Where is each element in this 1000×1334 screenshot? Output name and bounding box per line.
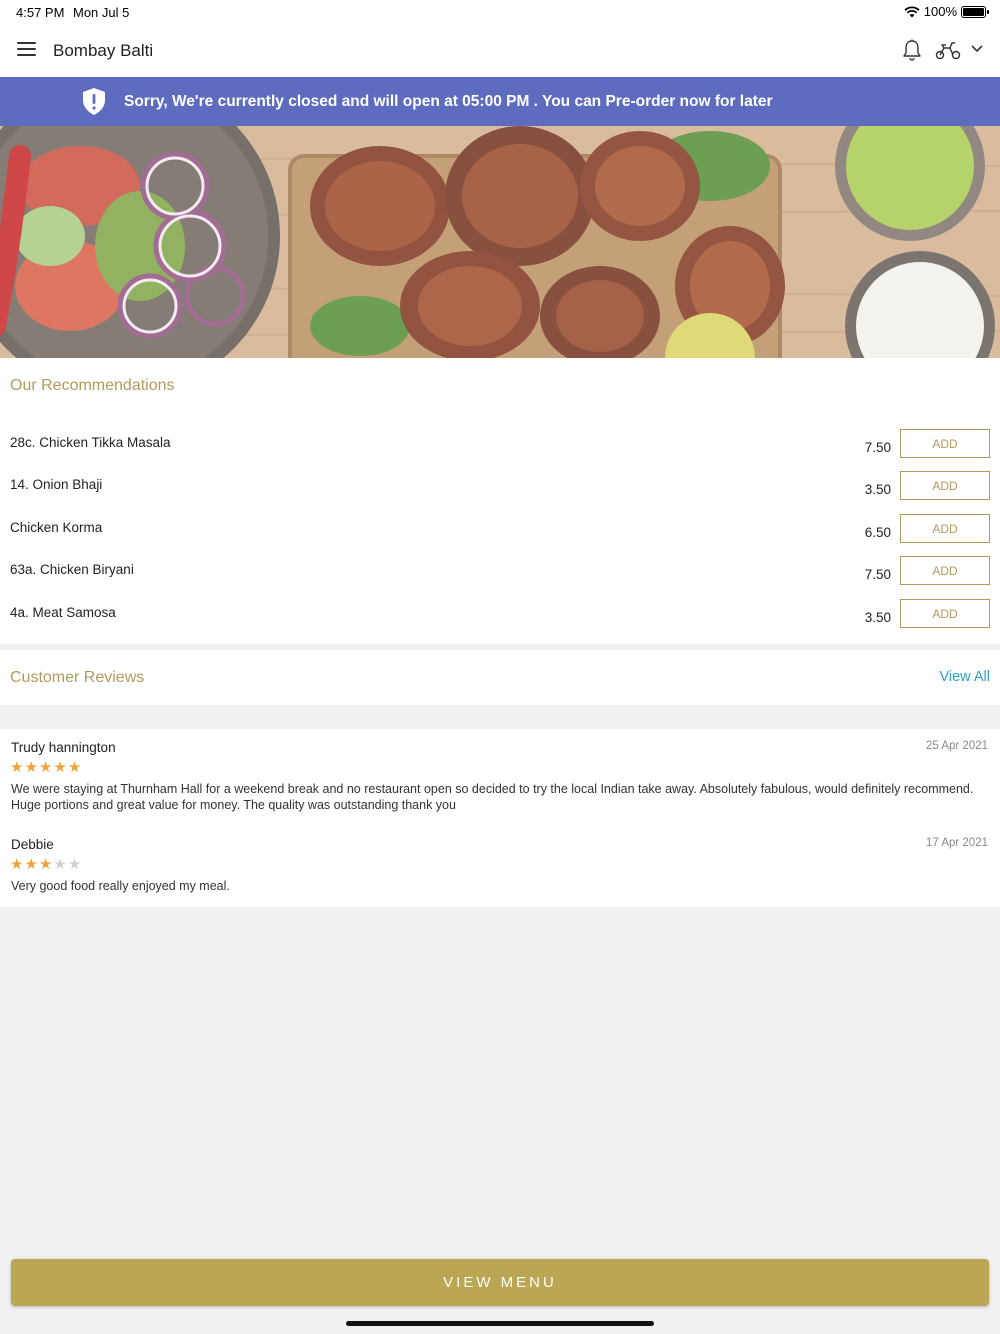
recommendations-section: Our Recommendations 28c. Chicken Tikka M…: [0, 358, 1000, 644]
view-menu-button[interactable]: VIEW MENU: [11, 1259, 989, 1306]
review-date: 17 Apr 2021: [925, 837, 988, 849]
add-button[interactable]: ADD: [900, 556, 990, 585]
item-price: 3.50: [864, 482, 891, 497]
shield-exclamation-icon: [83, 88, 105, 115]
review-card: Debbie 17 Apr 2021 ★ ★ ★ ★ ★ Very good f…: [0, 837, 1000, 897]
restaurant-title: Bombay Balti: [53, 41, 154, 60]
review-date: 25 Apr 2021: [925, 740, 988, 752]
item-name: 14. Onion Bhaji: [10, 477, 103, 492]
add-button[interactable]: ADD: [900, 514, 990, 543]
closed-banner: Sorry, We're currently closed and will o…: [0, 77, 1000, 126]
status-date: Mon Jul 5: [73, 5, 130, 20]
recommendation-item: 14. Onion Bhaji 3.50 ADD: [0, 471, 1000, 513]
star-empty-icon: ★: [53, 856, 67, 873]
status-bar: 4:57 PM Mon Jul 5 100%: [0, 0, 1000, 24]
scooter-icon[interactable]: [935, 40, 961, 60]
status-indicators: 100%: [904, 4, 989, 19]
add-button[interactable]: ADD: [900, 599, 990, 628]
recommendation-item: 4a. Meat Samosa 3.50 ADD: [0, 599, 1000, 641]
review-card: Trudy hannington 25 Apr 2021 ★ ★ ★ ★ ★ W…: [0, 740, 1000, 820]
reviewer-name: Debbie: [11, 837, 54, 852]
home-indicator: [346, 1321, 654, 1326]
bell-icon[interactable]: [902, 39, 922, 61]
star-filled-icon: ★: [10, 759, 24, 776]
recommendation-item: 28c. Chicken Tikka Masala 7.50 ADD: [0, 429, 1000, 471]
reviewer-name: Trudy hannington: [11, 740, 116, 755]
item-price: 7.50: [864, 567, 891, 582]
reviews-title: Customer Reviews: [10, 669, 145, 686]
hero-food-image: [0, 126, 1000, 358]
star-filled-icon: ★: [38, 856, 53, 873]
star-rating: ★ ★ ★ ★ ★: [10, 857, 81, 872]
item-price: 6.50: [864, 525, 891, 540]
wifi-icon: [904, 5, 920, 17]
view-all-link[interactable]: View All: [939, 669, 990, 685]
star-filled-icon: ★: [10, 856, 24, 873]
battery-icon: [961, 5, 989, 18]
recommendations-title: Our Recommendations: [10, 377, 175, 394]
closed-banner-text: Sorry, We're currently closed and will o…: [124, 93, 773, 110]
item-name: Chicken Korma: [10, 520, 103, 535]
reviews-list: Trudy hannington 25 Apr 2021 ★ ★ ★ ★ ★ W…: [0, 729, 1000, 907]
app-header: Bombay Balti: [0, 24, 1000, 77]
star-filled-icon: ★: [38, 759, 53, 776]
star-filled-icon: ★: [24, 759, 38, 776]
chevron-down-icon[interactable]: [970, 44, 984, 54]
status-time: 4:57 PM: [16, 5, 65, 20]
item-name: 28c. Chicken Tikka Masala: [10, 435, 171, 450]
item-price: 7.50: [864, 440, 891, 455]
recommendation-item: Chicken Korma 6.50 ADD: [0, 514, 1000, 556]
item-price: 3.50: [864, 610, 891, 625]
star-rating: ★ ★ ★ ★ ★: [10, 760, 81, 775]
star-filled-icon: ★: [53, 759, 67, 776]
battery-percentage: 100%: [923, 4, 957, 19]
recommendation-item: 63a. Chicken Biryani 7.50 ADD: [0, 556, 1000, 598]
add-button[interactable]: ADD: [900, 429, 990, 458]
reviews-header: Customer Reviews View All: [0, 650, 1000, 705]
hamburger-menu-icon[interactable]: [17, 42, 36, 56]
add-button[interactable]: ADD: [900, 471, 990, 500]
star-filled-icon: ★: [67, 759, 82, 776]
star-filled-icon: ★: [24, 856, 38, 873]
item-name: 4a. Meat Samosa: [10, 605, 116, 620]
review-text: We were staying at Thurnham Hall for a w…: [11, 782, 974, 812]
item-name: 63a. Chicken Biryani: [10, 562, 134, 577]
review-text: Very good food really enjoyed my meal.: [11, 879, 230, 893]
star-empty-icon: ★: [67, 856, 82, 873]
